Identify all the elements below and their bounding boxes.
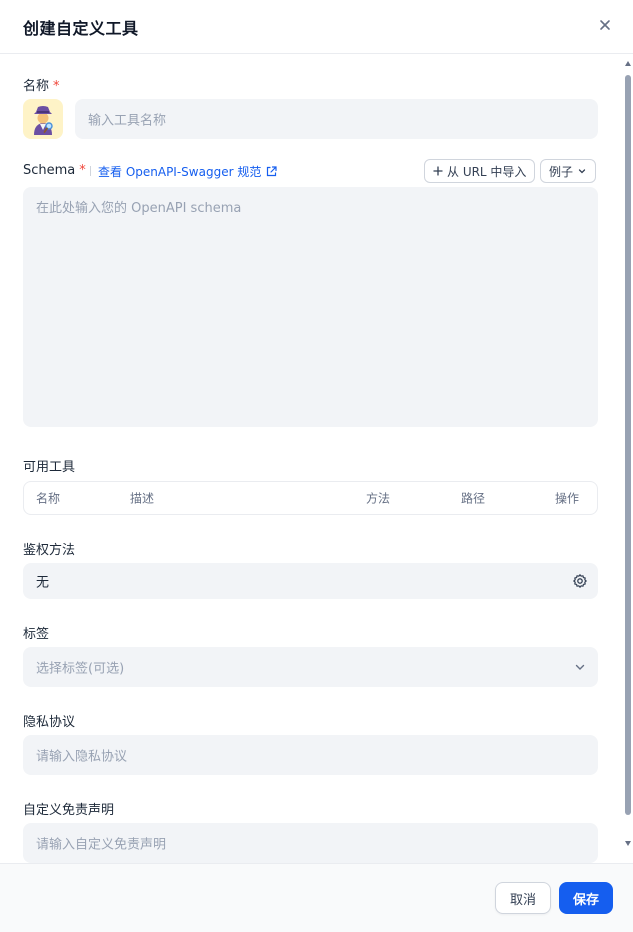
custom-disclaimer-label: 自定义免责声明 [23,803,115,818]
tags-label: 标签 [23,627,50,642]
schema-label-text: Schema [23,163,76,178]
column-header-actions: 操作 [555,491,580,506]
examples-label: 例子 [549,164,574,179]
column-header-path: 路径 [461,491,486,506]
examples-dropdown[interactable]: 例子 [540,159,597,183]
scroll-up-arrow-icon[interactable] [625,61,631,66]
custom-disclaimer-placeholder: 请输入自定义免责声明 [36,837,167,853]
required-mark: * [53,79,60,94]
detective-emoji-icon [34,106,53,135]
tags-select[interactable]: 选择标签(可选) [23,647,598,687]
tags-placeholder: 选择标签(可选) [36,661,125,677]
privacy-policy-label: 隐私协议 [23,715,76,730]
openapi-spec-link[interactable]: 查看 OpenAPI-Swagger 规范 [98,163,278,180]
column-header-method: 方法 [366,491,391,506]
dialog-header: 创建自定义工具 [0,0,633,54]
column-header-description: 描述 [130,491,155,506]
name-label: 名称 * [23,75,60,94]
dialog-title: 创建自定义工具 [23,19,139,38]
chevron-down-icon [578,169,586,174]
dialog-body: 名称 * 输入工具名称 Schema * 查看 OpenAPI-Swagger … [0,55,633,863]
save-button[interactable]: 保存 [559,882,613,914]
tool-name-placeholder: 输入工具名称 [88,113,167,129]
available-tools-table: 名称 描述 方法 路径 操作 [23,481,598,515]
plus-icon [433,166,443,176]
openapi-spec-link-text: 查看 OpenAPI-Swagger 规范 [98,165,262,179]
auth-method-field[interactable]: 无 [23,563,598,599]
custom-disclaimer-input[interactable]: 请输入自定义免责声明 [23,823,598,863]
name-label-text: 名称 [23,79,50,94]
label-divider [90,166,91,176]
import-from-url-label: 从 URL 中导入 [447,164,527,179]
close-icon[interactable] [596,16,614,34]
external-link-icon [267,166,277,177]
create-custom-tool-dialog: 创建自定义工具 名称 * 输入工具名称 Schema * 查看 OpenAPI-… [0,0,633,932]
privacy-policy-input[interactable]: 请输入隐私协议 [23,735,598,775]
required-mark: * [79,163,86,178]
column-header-name: 名称 [36,491,61,506]
gear-icon[interactable] [572,573,588,589]
scroll-down-arrow-icon[interactable] [625,841,631,846]
schema-placeholder: 在此处输入您的 OpenAPI schema [36,201,242,216]
auth-method-label: 鉴权方法 [23,543,76,558]
tool-name-input[interactable]: 输入工具名称 [75,99,598,139]
privacy-policy-placeholder: 请输入隐私协议 [36,749,128,765]
available-tools-label: 可用工具 [23,460,76,475]
scrollbar[interactable] [623,55,633,855]
auth-method-value: 无 [36,575,50,591]
cancel-button[interactable]: 取消 [495,882,551,914]
schema-textarea[interactable]: 在此处输入您的 OpenAPI schema [23,187,598,427]
import-from-url-button[interactable]: 从 URL 中导入 [424,159,536,183]
tool-avatar[interactable] [23,99,63,139]
dialog-footer: 取消 保存 [0,863,633,932]
scrollbar-thumb[interactable] [625,75,631,815]
chevron-down-icon [575,664,585,670]
schema-label: Schema * [23,163,86,178]
